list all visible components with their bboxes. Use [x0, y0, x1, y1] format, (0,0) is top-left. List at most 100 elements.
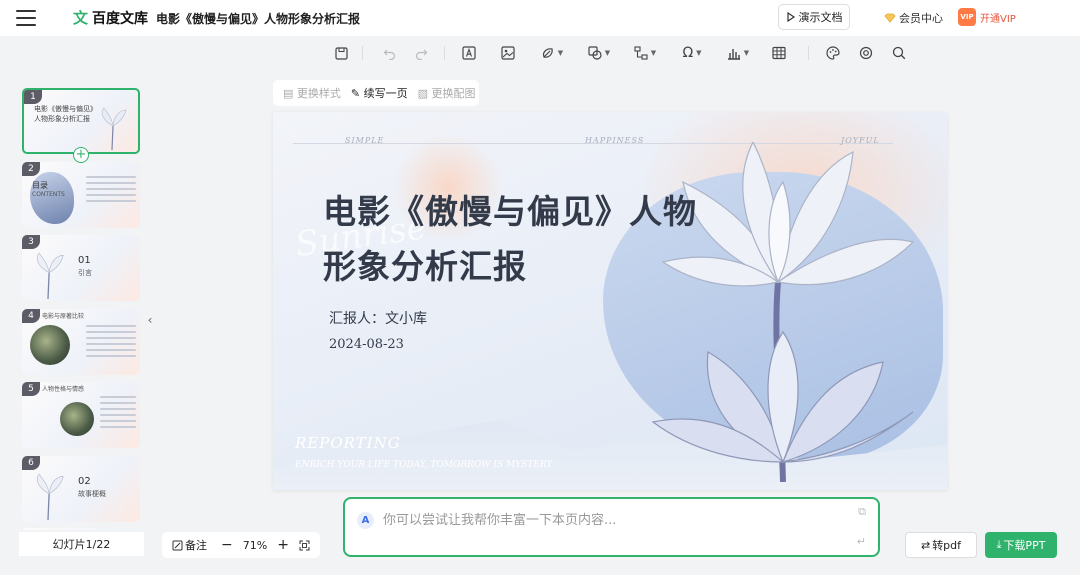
present-button[interactable]: 演示文档 [778, 4, 850, 30]
redo-icon[interactable] [413, 43, 429, 63]
continue-write-button[interactable]: ✎ 续写一页 [351, 85, 408, 101]
zoom-out-button[interactable]: − [221, 537, 233, 553]
convert-pdf-label: 转pdf [932, 539, 962, 552]
slide-thumbnail-2[interactable]: 2 目录 CONTENTS [22, 162, 140, 228]
slide-word-1: SIMPLE [345, 136, 385, 145]
ai-prompt-box: A ⧉ ↵ [343, 497, 880, 557]
ai-assistant-icon: A [357, 512, 374, 529]
thumbnail-text-lines [86, 325, 136, 361]
thumbnail-number: 3 [22, 235, 40, 249]
member-label: 会员中心 [899, 12, 943, 25]
slide-thumbnail-7[interactable] [22, 528, 140, 530]
download-ppt-button[interactable]: ⤓ 下载PPT [985, 532, 1057, 558]
search-icon[interactable] [891, 43, 907, 63]
thumbnail-number: 6 [22, 456, 40, 470]
vip-label: 开通VIP [980, 13, 1016, 25]
zoom-in-button[interactable]: + [277, 537, 289, 553]
photo-image [30, 325, 70, 365]
add-slide-button[interactable]: + [73, 147, 89, 163]
slide-ai-bar: ▤ 更换样式 ✎ 续写一页 ▧ 更换配图 [273, 80, 479, 106]
slide-counter: 幻灯片1/22 [19, 532, 144, 556]
chart-icon[interactable]: ▼ [724, 43, 752, 63]
download-icon: ⤓ [996, 538, 1002, 551]
undo-icon[interactable] [381, 43, 397, 63]
thumbnail-subtitle: CONTENTS [32, 191, 65, 198]
thumbnail-number-big: 01 [78, 255, 91, 266]
textbox-icon[interactable] [461, 43, 477, 63]
thumbnail-text-lines [100, 396, 136, 432]
layout-icon: ▤ [283, 87, 297, 100]
theme-icon[interactable] [825, 43, 841, 63]
slide-thumbnail-5[interactable]: 5 人物性格与情感 [22, 382, 140, 448]
collapse-panel-icon[interactable]: ‹ [144, 300, 156, 340]
symbol-icon[interactable]: Ω ▼ [678, 43, 706, 63]
insert-shape-icon[interactable]: ▼ [585, 43, 613, 63]
logo-text: 百度文库 [92, 10, 149, 27]
convert-pdf-button[interactable]: ⇄ 转pdf [905, 532, 977, 558]
thumbnail-title: 电影《傲慢与偏见》人物形象分析汇报 [34, 105, 94, 123]
notes-button[interactable]: 备注 [172, 537, 207, 553]
flowchart-icon[interactable]: ▼ [631, 43, 659, 63]
flower-image [36, 473, 64, 520]
notes-icon [172, 540, 183, 550]
thumbnail-number: 4 [22, 309, 40, 323]
toolbar-divider [362, 46, 363, 60]
editor-toolbar: ▼ ▼ ▼ Ω ▼ ▼ [0, 40, 1080, 66]
shape-icon[interactable]: ▼ [538, 43, 566, 63]
slide-thumbnail-1[interactable]: 1 电影《傲慢与偏见》人物形象分析汇报 [22, 88, 140, 154]
image-small-icon: ▧ [417, 87, 432, 100]
play-icon [786, 12, 795, 22]
continue-write-label: 续写一页 [363, 87, 408, 100]
slide-thumbnail-3[interactable]: 3 01 引言 [22, 235, 140, 301]
flower-image [36, 252, 64, 299]
change-style-button[interactable]: ▤ 更换样式 [283, 85, 341, 101]
thumbnail-number: 1 [24, 90, 42, 104]
diamond-icon [884, 13, 896, 23]
thumbnail-number: 2 [22, 162, 40, 176]
image-icon[interactable] [500, 43, 516, 63]
toolbar-divider [808, 46, 809, 60]
menu-icon[interactable] [16, 10, 36, 26]
slide-reporter[interactable]: 汇报人：文小库 [329, 308, 427, 328]
slide-thumbnail-6[interactable]: 6 02 故事梗概 [22, 456, 140, 522]
member-center-link[interactable]: 会员中心 [884, 10, 943, 26]
slide-canvas[interactable]: SIMPLE HAPPINESS JOYFUL Sunrise 电影《傲慢与偏见… [273, 112, 947, 490]
fit-screen-icon[interactable] [299, 540, 310, 551]
slide-reporting-text: REPORTING [295, 434, 401, 452]
ai-prompt-input[interactable] [383, 509, 823, 531]
logo-mark: 文 [73, 9, 89, 27]
animation-icon[interactable] [858, 43, 874, 63]
thumbnail-number-big: 02 [78, 476, 91, 487]
vip-badge-icon: VIP [958, 8, 976, 26]
change-image-button[interactable]: ▧ 更换配图 [418, 85, 476, 101]
present-label: 演示文档 [798, 11, 843, 24]
change-image-label: 更换配图 [431, 87, 476, 100]
download-ppt-label: 下载PPT [1003, 539, 1046, 552]
slide-date[interactable]: 2024-08-23 [329, 337, 404, 352]
swap-icon: ⇄ [920, 538, 931, 552]
toolbar-divider [444, 46, 445, 60]
thumbnail-title: 电影与原著比较 [42, 313, 85, 320]
expand-icon[interactable]: ⧉ [858, 505, 866, 519]
pen-icon: ✎ [350, 87, 364, 100]
photo-image [60, 402, 94, 436]
thumbnail-label: 引言 [78, 269, 92, 277]
zoom-controls: 备注 − 71% + [162, 532, 320, 558]
slide-thumbnail-4[interactable]: 4 电影与原著比较 [22, 309, 140, 375]
table-icon[interactable] [771, 43, 787, 63]
vip-button[interactable]: VIP 开通VIP [958, 8, 1016, 26]
document-title[interactable]: 电影《傲慢与偏见》人物形象分析汇报 [156, 10, 360, 27]
logo[interactable]: 文 百度文库 [73, 7, 148, 28]
slide-title[interactable]: 电影《傲慢与偏见》人物形象分析汇报 [323, 184, 703, 294]
enter-icon[interactable]: ↵ [857, 535, 866, 548]
save-icon[interactable] [333, 43, 349, 63]
flower-image [101, 107, 127, 150]
zoom-value: 71% [242, 538, 268, 552]
thumbnail-title: 人物性格与情感 [42, 386, 85, 393]
notes-label: 备注 [185, 539, 207, 552]
thumbnail-number: 5 [22, 382, 40, 396]
thumbnail-label: 故事梗概 [78, 490, 106, 498]
top-bar: 文 百度文库 电影《傲慢与偏见》人物形象分析汇报 演示文档 会员中心 VIP 开… [0, 0, 1080, 36]
change-style-label: 更换样式 [296, 87, 341, 100]
thumbnail-text-lines [86, 176, 136, 206]
